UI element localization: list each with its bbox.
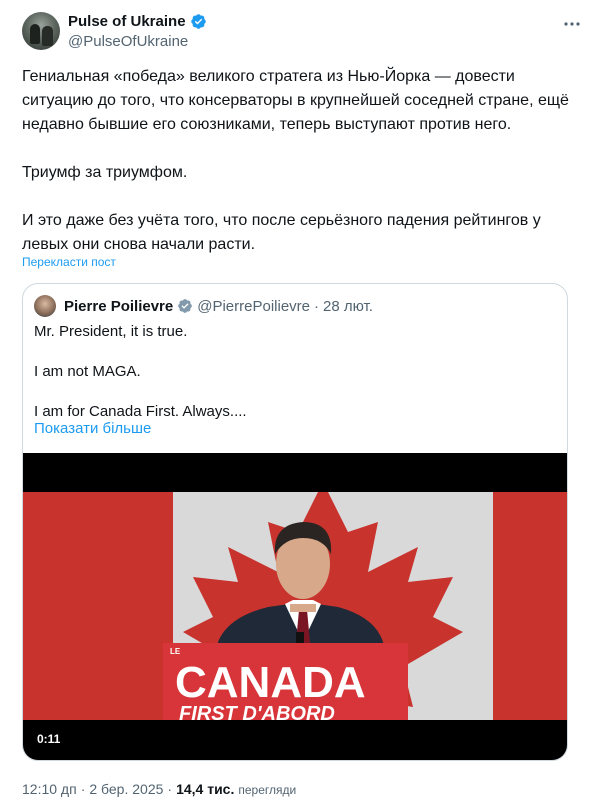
meta-separator-2: · [167, 781, 173, 797]
video-frame[interactable]: LE CANADA FIRST D'ABORD [23, 492, 567, 720]
video-player[interactable]: LE CANADA FIRST D'ABORD 0:11 [23, 453, 567, 760]
views-count: 14,4 тис. [176, 781, 235, 797]
author-handle[interactable]: @PulseOfUkraine [68, 33, 188, 50]
podium-sub-text: FIRST D'ABORD [179, 703, 335, 720]
author-name[interactable]: Pulse of Ukraine [68, 13, 186, 30]
podium-small-text: LE [170, 647, 181, 656]
views-label: перегляди [238, 783, 297, 797]
meta-separator: · [80, 781, 86, 797]
author-name-row: Pulse of Ukraine [68, 13, 207, 30]
quoted-tweet[interactable]: Pierre Poilievre @PierrePoilievre · 28 л… [22, 283, 568, 761]
verified-badge-icon [190, 13, 207, 30]
quoted-author-avatar [34, 295, 56, 317]
podium-main-text: CANADA [175, 658, 366, 707]
quoted-text: Mr. President, it is true. I am not MAGA… [34, 323, 247, 420]
quoted-header: Pierre Poilievre @PierrePoilievre · 28 л… [34, 295, 373, 317]
tweet-header: Pulse of Ukraine @PulseOfUkraine [22, 12, 582, 56]
quoted-verified-badge-icon [177, 298, 193, 314]
quoted-author-name: Pierre Poilievre [64, 297, 174, 315]
tweet-text: Гениальная «победа» великого стратега из… [22, 68, 569, 253]
video-duration: 0:11 [37, 732, 61, 746]
quoted-author-handle: @PierrePoilievre [197, 297, 310, 315]
more-options-icon[interactable] [562, 14, 582, 34]
tweet-meta: 12:10 дп · 2 бер. 2025 · 14,4 тис. перег… [22, 781, 296, 797]
flag-band-left [23, 492, 173, 720]
quoted-date: 28 лют. [323, 297, 373, 315]
quoted-separator: · [314, 297, 319, 315]
show-more-link[interactable]: Показати більше [34, 420, 151, 437]
author-avatar[interactable] [22, 12, 60, 50]
flag-band-right [493, 492, 567, 720]
translate-post-link[interactable]: Перекласти пост [22, 255, 116, 269]
tweet-date[interactable]: 2 бер. 2025 [89, 781, 163, 797]
tweet-time[interactable]: 12:10 дп [22, 781, 77, 797]
